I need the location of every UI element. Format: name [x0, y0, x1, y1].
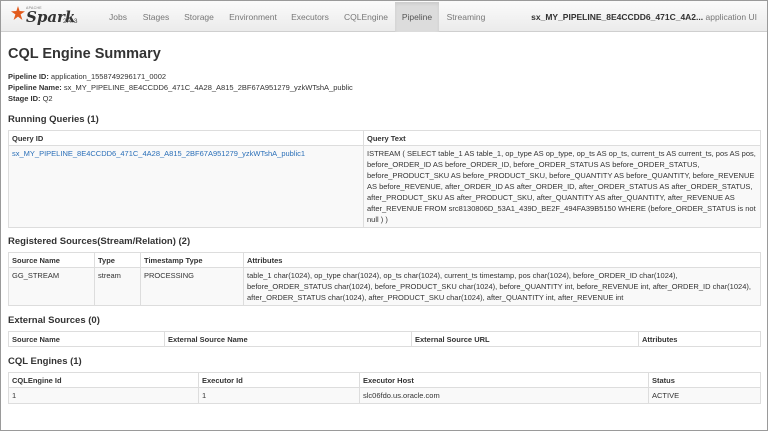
spark-flame-icon [11, 6, 25, 20]
tab-executors[interactable]: Executors [285, 2, 335, 32]
status-cell: ACTIVE [648, 387, 761, 404]
column-header[interactable]: CQLEngine Id [8, 372, 199, 388]
source-type-cell: stream [94, 267, 141, 306]
pipeline-id-value: application_1558749296171_0002 [48, 72, 167, 81]
column-header[interactable]: Source Name [8, 252, 95, 268]
executor-host-cell: slc06fdo.us.oracle.com [359, 387, 649, 404]
table-row: 1 1 slc06fdo.us.oracle.com ACTIVE [8, 387, 761, 404]
external-sources-heading: External Sources (0) [8, 315, 100, 326]
cql-engines-heading: CQL Engines (1) [8, 356, 82, 367]
spark-version: 2.4.3 [63, 18, 78, 25]
query-id-cell: sx_MY_PIPELINE_8E4CCDD6_471C_4A28_A815_2… [8, 145, 364, 228]
source-name-cell: GG_STREAM [8, 267, 95, 306]
pipeline-id-row: Pipeline ID: application_1558749296171_0… [8, 72, 166, 81]
table-row: GG_STREAM stream PROCESSING table_1 char… [8, 267, 761, 306]
table-row: sx_MY_PIPELINE_8E4CCDD6_471C_4A28_A815_2… [8, 145, 761, 228]
column-header[interactable]: Attributes [243, 252, 761, 268]
spark-logo[interactable]: APACHE Spark 2.4.3 [11, 5, 77, 29]
executor-id-cell: 1 [198, 387, 360, 404]
top-navbar: APACHE Spark 2.4.3 Jobs Stages Storage E… [1, 1, 767, 32]
registered-sources-table: Source Name Type Timestamp Type Attribut… [8, 252, 761, 306]
query-text-cell: ISTREAM ( SELECT table_1 AS table_1, op_… [363, 145, 761, 228]
column-header[interactable]: Timestamp Type [140, 252, 244, 268]
app-name-suffix: application UI [703, 12, 757, 22]
column-header[interactable]: External Source Name [164, 331, 412, 347]
engine-id-cell: 1 [8, 387, 199, 404]
tab-cqlengine[interactable]: CQLEngine [338, 2, 394, 32]
table-header-row: Source Name Type Timestamp Type Attribut… [8, 252, 761, 268]
tab-stages[interactable]: Stages [137, 2, 175, 32]
registered-sources-heading: Registered Sources(Stream/Relation) (2) [8, 236, 191, 247]
column-header[interactable]: Query ID [8, 130, 364, 146]
pipeline-name-value: sx_MY_PIPELINE_8E4CCDD6_471C_4A28_A815_2… [61, 83, 353, 92]
tab-streaming[interactable]: Streaming [441, 2, 491, 32]
column-header[interactable]: Source Name [8, 331, 165, 347]
cql-engines-table: CQLEngine Id Executor Id Executor Host S… [8, 372, 761, 404]
application-name: sx_MY_PIPELINE_8E4CCDD6_471C_4A2... appl… [531, 2, 757, 32]
app-name-strong: sx_MY_PIPELINE_8E4CCDD6_471C_4A2... [531, 12, 704, 22]
table-header-row: Query ID Query Text [8, 130, 761, 146]
column-header[interactable]: Attributes [638, 331, 761, 347]
tab-storage[interactable]: Storage [177, 2, 221, 32]
column-header[interactable]: External Source URL [411, 331, 639, 347]
running-queries-heading: Running Queries (1) [8, 114, 99, 125]
tab-pipeline[interactable]: Pipeline [395, 2, 439, 32]
tab-jobs[interactable]: Jobs [100, 2, 136, 32]
timestamp-type-cell: PROCESSING [140, 267, 244, 306]
page-title: CQL Engine Summary [8, 46, 161, 62]
stage-id-label: Stage ID: [8, 94, 41, 103]
table-header-row: CQLEngine Id Executor Id Executor Host S… [8, 372, 761, 388]
pipeline-id-label: Pipeline ID: [8, 72, 49, 81]
column-header[interactable]: Type [94, 252, 141, 268]
stage-id-value: Q2 [40, 94, 53, 103]
running-queries-table: Query ID Query Text sx_MY_PIPELINE_8E4CC… [8, 130, 761, 228]
column-header[interactable]: Executor Id [198, 372, 360, 388]
attributes-cell: table_1 char(1024), op_type char(1024), … [243, 267, 761, 306]
pipeline-name-label: Pipeline Name: [8, 83, 62, 92]
query-id-link[interactable]: sx_MY_PIPELINE_8E4CCDD6_471C_4A28_A815_2… [12, 149, 305, 158]
stage-id-row: Stage ID: Q2 [8, 94, 53, 103]
column-header[interactable]: Status [648, 372, 761, 388]
column-header[interactable]: Executor Host [359, 372, 649, 388]
table-header-row: Source Name External Source Name Externa… [8, 331, 761, 347]
column-header[interactable]: Query Text [363, 130, 761, 146]
tab-environment[interactable]: Environment [223, 2, 283, 32]
external-sources-table: Source Name External Source Name Externa… [8, 331, 761, 347]
pipeline-name-row: Pipeline Name: sx_MY_PIPELINE_8E4CCDD6_4… [8, 83, 353, 92]
